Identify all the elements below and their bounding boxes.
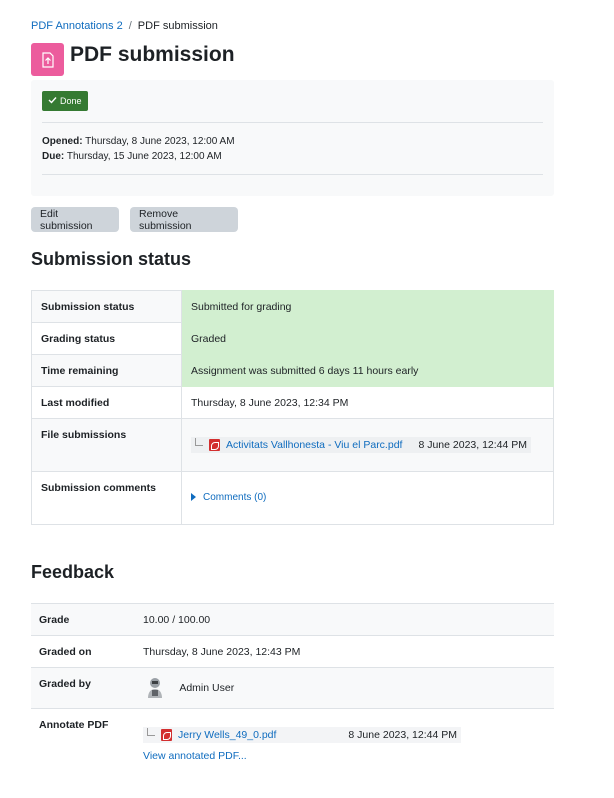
submitted-file-link[interactable]: Activitats Vallhonesta - Viu el Parc.pdf: [226, 439, 402, 451]
grader-name: Admin User: [179, 681, 235, 694]
caret-right-icon: [191, 493, 196, 502]
submission-status-value: Submitted for grading: [181, 290, 554, 323]
table-row: Annotate PDF Jerry Wells_49_0.pdf 8 June…: [31, 708, 554, 773]
submission-comments-cell: Comments (0): [181, 471, 554, 525]
page-title: PDF submission: [70, 43, 235, 66]
row-label: File submissions: [31, 418, 182, 472]
comments-toggle[interactable]: Comments (0): [191, 492, 266, 503]
breadcrumb-parent-link[interactable]: PDF Annotations 2: [31, 20, 123, 32]
divider: [42, 174, 543, 175]
opened-label: Opened:: [42, 136, 83, 147]
avatar: [143, 676, 167, 700]
grade-value: 10.00 / 100.00: [135, 603, 554, 636]
pdf-file-icon: [161, 729, 172, 741]
pdf-file-icon: [209, 439, 220, 451]
check-icon: [48, 96, 57, 106]
feedback-heading: Feedback: [31, 562, 115, 582]
due-label: Due:: [42, 151, 65, 162]
divider: [42, 122, 543, 123]
row-label: Grade: [31, 603, 135, 636]
completion-label: Done: [60, 96, 82, 106]
row-label: Submission comments: [31, 471, 182, 525]
row-label: Graded on: [31, 635, 135, 668]
table-row: Graded on Thursday, 8 June 2023, 12:43 P…: [31, 635, 554, 668]
activity-dates: Opened: Thursday, 8 June 2023, 12:00 AM …: [42, 134, 235, 164]
tree-branch: [147, 728, 155, 736]
annotated-file-link[interactable]: Jerry Wells_49_0.pdf: [178, 729, 276, 741]
row-label: Grading status: [31, 322, 182, 355]
breadcrumb: PDF Annotations 2 / PDF submission: [31, 20, 218, 32]
file-submissions-cell: Activitats Vallhonesta - Viu el Parc.pdf…: [181, 418, 554, 472]
table-row: Submission comments Comments (0): [31, 471, 554, 525]
comments-link[interactable]: Comments (0): [203, 492, 266, 503]
file-item: Jerry Wells_49_0.pdf 8 June 2023, 12:44 …: [143, 727, 461, 743]
table-row: Grading status Graded: [31, 322, 554, 355]
graded-on-value: Thursday, 8 June 2023, 12:43 PM: [135, 635, 554, 668]
graded-by-cell: Admin User: [135, 667, 554, 709]
breadcrumb-current: PDF submission: [137, 20, 218, 32]
completion-badge: Done: [42, 91, 88, 111]
submission-status-heading: Submission status: [31, 249, 192, 269]
time-remaining-value: Assignment was submitted 6 days 11 hours…: [181, 354, 554, 387]
annotate-pdf-cell: Jerry Wells_49_0.pdf 8 June 2023, 12:44 …: [135, 708, 554, 773]
page: PDF Annotations 2 / PDF submission PDF s…: [0, 0, 614, 798]
table-row: Last modified Thursday, 8 June 2023, 12:…: [31, 386, 554, 419]
row-label: Annotate PDF: [31, 708, 135, 773]
file-item: Activitats Vallhonesta - Viu el Parc.pdf…: [191, 437, 532, 453]
activity-dates-panel: Done Opened: Thursday, 8 June 2023, 12:0…: [31, 80, 554, 196]
row-label: Time remaining: [31, 354, 182, 387]
last-modified-value: Thursday, 8 June 2023, 12:34 PM: [181, 386, 554, 419]
file-date: 8 June 2023, 12:44 PM: [348, 729, 457, 741]
grading-status-value: Graded: [181, 322, 554, 355]
opened-value: Thursday, 8 June 2023, 12:00 AM: [85, 136, 235, 147]
tree-branch: [195, 438, 203, 446]
breadcrumb-separator: /: [128, 20, 132, 32]
table-row: Submission status Submitted for grading: [31, 290, 554, 323]
table-row: Graded by Admin User: [31, 667, 554, 709]
edit-submission-button[interactable]: Edit submission: [31, 207, 119, 232]
row-label: Graded by: [31, 667, 135, 709]
row-label: Submission status: [31, 290, 182, 323]
document-upload-icon: [31, 43, 64, 76]
row-label: Last modified: [31, 386, 182, 419]
view-annotated-pdf-link[interactable]: View annotated PDF...: [143, 750, 546, 762]
file-date: 8 June 2023, 12:44 PM: [418, 439, 528, 451]
table-row: Time remaining Assignment was submitted …: [31, 354, 554, 387]
feedback-table: Grade 10.00 / 100.00 Graded on Thursday,…: [31, 603, 554, 773]
due-value: Thursday, 15 June 2023, 12:00 AM: [66, 151, 222, 162]
remove-submission-button[interactable]: Remove submission: [130, 207, 238, 232]
submission-status-table: Submission status Submitted for grading …: [31, 290, 554, 525]
page-header: PDF submission: [31, 43, 235, 76]
table-row: File submissions Activitats Vallhonesta …: [31, 418, 554, 472]
table-row: Grade 10.00 / 100.00: [31, 603, 554, 636]
